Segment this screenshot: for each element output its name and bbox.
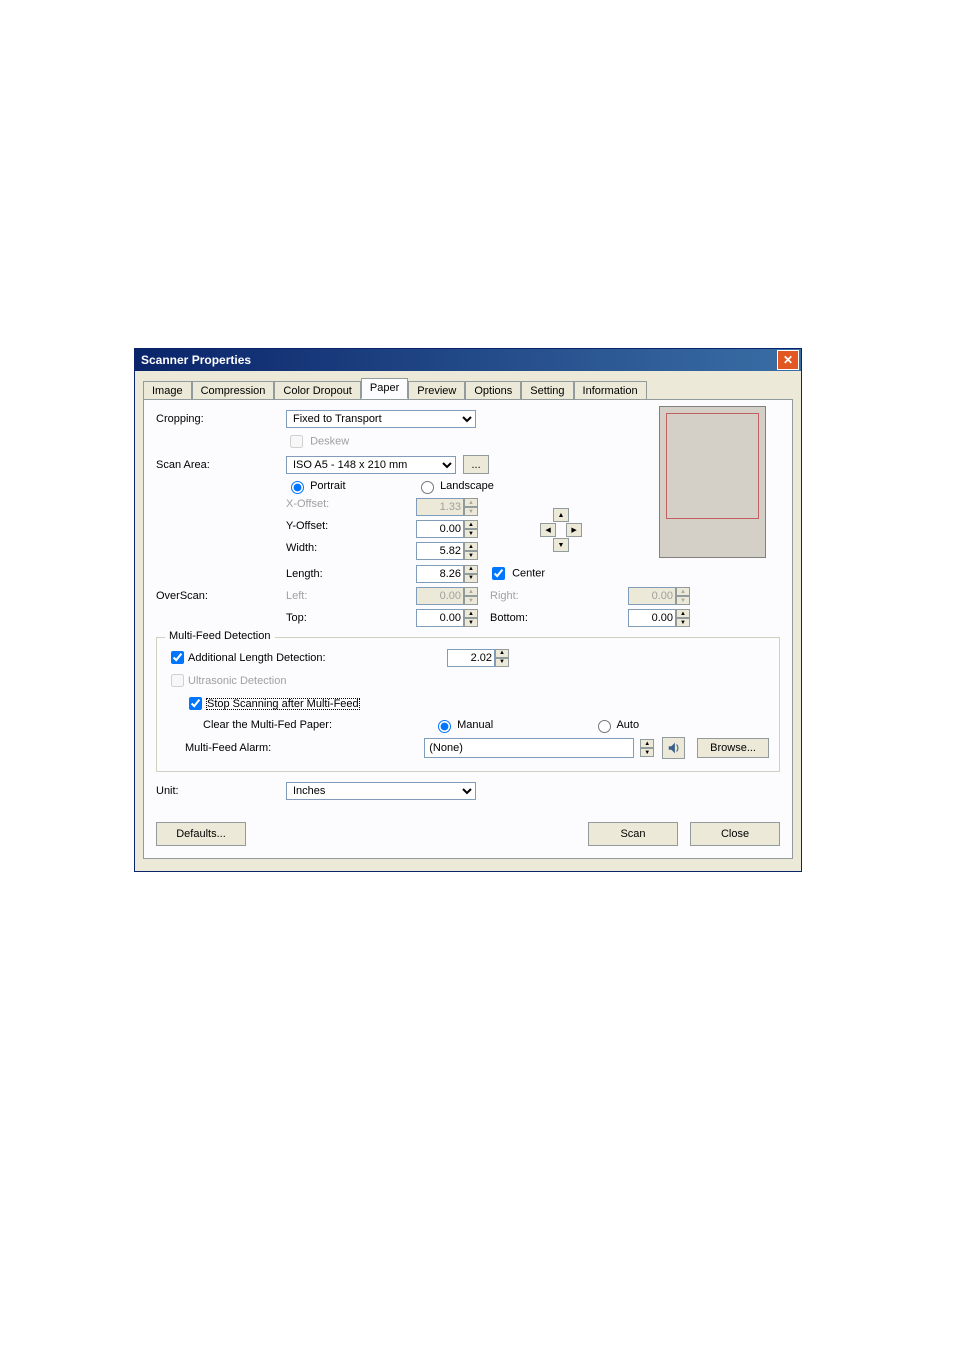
multi-feed-title: Multi-Feed Detection bbox=[165, 630, 275, 642]
scan-area-label: Scan Area: bbox=[156, 459, 286, 471]
tab-options[interactable]: Options bbox=[465, 381, 521, 400]
add-length-checkbox[interactable] bbox=[171, 651, 184, 664]
overscan-right-down: ▼ bbox=[676, 596, 690, 605]
overscan-label: OverScan: bbox=[156, 590, 286, 602]
landscape-radio[interactable] bbox=[421, 481, 434, 494]
auto-radio[interactable] bbox=[598, 720, 611, 733]
width-label: Width: bbox=[286, 542, 416, 560]
play-alarm-button[interactable] bbox=[662, 737, 685, 759]
clear-label: Clear the Multi-Fed Paper: bbox=[203, 719, 433, 731]
close-button[interactable]: Close bbox=[690, 822, 780, 846]
overscan-top-label: Top: bbox=[286, 612, 416, 624]
landscape-label: Landscape bbox=[440, 480, 494, 492]
yoffset-input[interactable] bbox=[416, 520, 464, 538]
portrait-radio[interactable] bbox=[291, 481, 304, 494]
overscan-right-label: Right: bbox=[490, 590, 550, 602]
dpad-left[interactable]: ◀ bbox=[540, 523, 556, 537]
yoffset-label: Y-Offset: bbox=[286, 520, 416, 538]
yoffset-up[interactable]: ▲ bbox=[464, 520, 478, 529]
ultrasonic-label: Ultrasonic Detection bbox=[188, 675, 286, 687]
center-label: Center bbox=[512, 567, 545, 579]
ultrasonic-checkbox bbox=[171, 674, 184, 687]
length-input[interactable] bbox=[416, 565, 464, 583]
width-up[interactable]: ▲ bbox=[464, 542, 478, 551]
dpad-right[interactable]: ▶ bbox=[566, 523, 582, 537]
tab-preview[interactable]: Preview bbox=[408, 381, 465, 400]
alarm-value-field[interactable]: (None) bbox=[424, 738, 634, 758]
xoffset-down: ▼ bbox=[464, 507, 478, 516]
tab-compression[interactable]: Compression bbox=[192, 381, 275, 400]
overscan-bottom-down[interactable]: ▼ bbox=[676, 618, 690, 627]
overscan-bottom-up[interactable]: ▲ bbox=[676, 609, 690, 618]
scan-area-more-button[interactable]: ... bbox=[463, 455, 489, 474]
page-preview-selection bbox=[666, 413, 759, 519]
length-down[interactable]: ▼ bbox=[464, 574, 478, 583]
alarm-value-text: (None) bbox=[429, 742, 463, 754]
page-preview bbox=[659, 406, 766, 558]
dpad-up[interactable]: ▲ bbox=[553, 508, 569, 522]
manual-label: Manual bbox=[457, 719, 493, 731]
add-length-up[interactable]: ▲ bbox=[495, 649, 509, 658]
tab-strip: Image Compression Color Dropout Paper Pr… bbox=[143, 377, 793, 399]
defaults-button[interactable]: Defaults... bbox=[156, 822, 246, 846]
overscan-top-input[interactable] bbox=[416, 609, 464, 627]
scan-area-select[interactable]: ISO A5 - 148 x 210 mm bbox=[286, 456, 456, 474]
length-label: Length: bbox=[286, 568, 416, 580]
portrait-label: Portrait bbox=[310, 480, 345, 492]
width-input[interactable] bbox=[416, 542, 464, 560]
window-title: Scanner Properties bbox=[141, 353, 251, 367]
multi-feed-group: Multi-Feed Detection Additional Length D… bbox=[156, 637, 780, 772]
center-checkbox[interactable] bbox=[492, 567, 505, 580]
scanner-properties-window: Scanner Properties ✕ Image Compression C… bbox=[134, 348, 802, 872]
alarm-label: Multi-Feed Alarm: bbox=[185, 742, 420, 754]
deskew-checkbox bbox=[290, 435, 303, 448]
xoffset-up: ▲ bbox=[464, 498, 478, 507]
yoffset-down[interactable]: ▼ bbox=[464, 529, 478, 538]
overscan-right-up: ▲ bbox=[676, 587, 690, 596]
cropping-label: Cropping: bbox=[156, 413, 286, 425]
overscan-left-down: ▼ bbox=[464, 596, 478, 605]
scan-button[interactable]: Scan bbox=[588, 822, 678, 846]
tab-paper[interactable]: Paper bbox=[361, 378, 408, 399]
tab-information[interactable]: Information bbox=[574, 381, 647, 400]
tab-image[interactable]: Image bbox=[143, 381, 192, 400]
titlebar: Scanner Properties ✕ bbox=[135, 349, 801, 371]
overscan-top-up[interactable]: ▲ bbox=[464, 609, 478, 618]
close-icon[interactable]: ✕ bbox=[777, 350, 799, 370]
xoffset-label: X-Offset: bbox=[286, 498, 416, 516]
overscan-right-input bbox=[628, 587, 676, 605]
unit-select[interactable]: Inches bbox=[286, 782, 476, 800]
overscan-top-down[interactable]: ▼ bbox=[464, 618, 478, 627]
length-up[interactable]: ▲ bbox=[464, 565, 478, 574]
offset-dpad: ▲ ◀ ▶ ▼ bbox=[540, 508, 584, 552]
stop-scanning-checkbox[interactable] bbox=[189, 697, 202, 710]
add-length-down[interactable]: ▼ bbox=[495, 658, 509, 667]
stop-scanning-label: Stop Scanning after Multi-Feed bbox=[206, 698, 360, 710]
overscan-left-label: Left: bbox=[286, 590, 416, 602]
overscan-bottom-input[interactable] bbox=[628, 609, 676, 627]
width-down[interactable]: ▼ bbox=[464, 551, 478, 560]
add-length-input[interactable] bbox=[447, 649, 495, 667]
auto-label: Auto bbox=[616, 719, 639, 731]
manual-radio[interactable] bbox=[438, 720, 451, 733]
overscan-left-input bbox=[416, 587, 464, 605]
speaker-icon bbox=[667, 741, 681, 755]
overscan-left-up: ▲ bbox=[464, 587, 478, 596]
tab-setting[interactable]: Setting bbox=[521, 381, 573, 400]
xoffset-input bbox=[416, 498, 464, 516]
dpad-down[interactable]: ▼ bbox=[553, 538, 569, 552]
alarm-up[interactable]: ▲ bbox=[640, 739, 654, 748]
overscan-bottom-label: Bottom: bbox=[490, 612, 550, 624]
add-length-label: Additional Length Detection: bbox=[188, 652, 326, 664]
browse-button[interactable]: Browse... bbox=[697, 738, 769, 758]
tab-color-dropout[interactable]: Color Dropout bbox=[274, 381, 360, 400]
paper-panel: Cropping: Fixed to Transport Deskew bbox=[143, 399, 793, 859]
alarm-down[interactable]: ▼ bbox=[640, 748, 654, 757]
cropping-select[interactable]: Fixed to Transport bbox=[286, 410, 476, 428]
deskew-label: Deskew bbox=[310, 435, 349, 447]
unit-label: Unit: bbox=[156, 785, 286, 797]
